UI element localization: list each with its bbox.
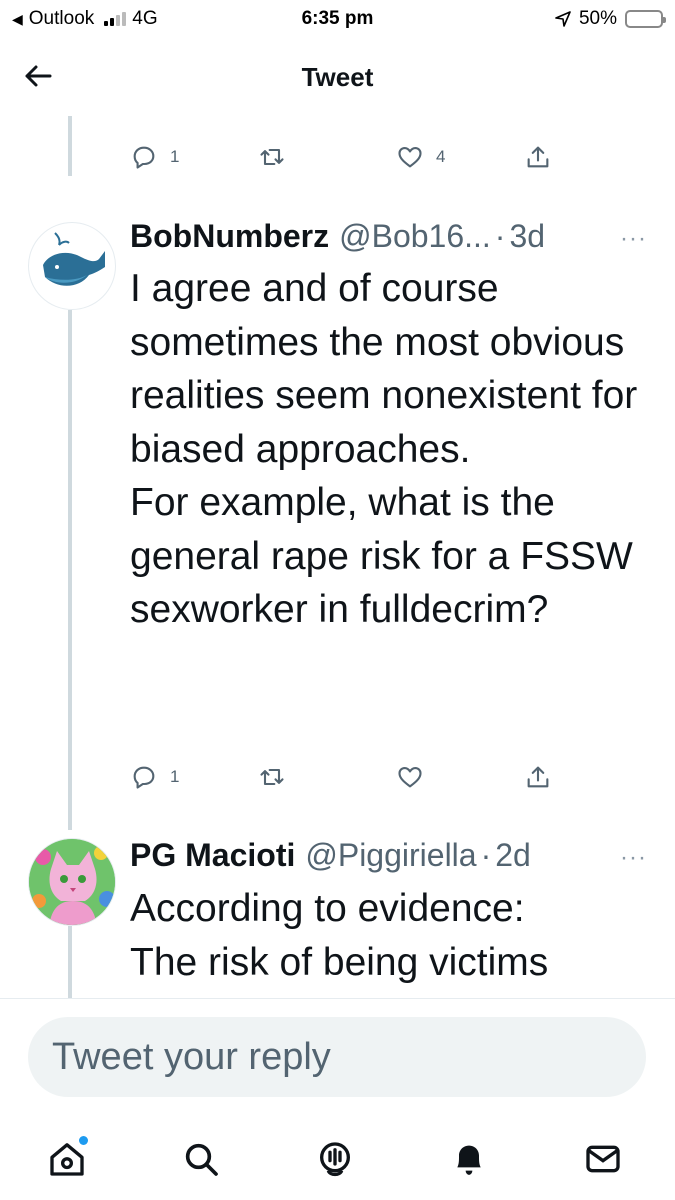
timestamp[interactable]: 3d: [509, 218, 545, 255]
timestamp[interactable]: 2d: [495, 837, 531, 874]
avatar[interactable]: [28, 222, 116, 310]
like-button[interactable]: [396, 757, 436, 797]
location-icon: [555, 11, 571, 27]
like-count: 4: [436, 147, 446, 166]
tweet[interactable]: BobNumberz @Bob16... · 3d ··· I agree an…: [0, 215, 675, 815]
battery-percent: 50%: [578, 8, 617, 29]
tweet-text: According to evidence: The risk of being…: [130, 887, 549, 984]
reply-count: 1: [170, 767, 180, 786]
reply-button[interactable]: 1: [130, 137, 179, 177]
home-icon: [50, 1143, 84, 1176]
tweet[interactable]: PG Macioti @Piggiriella · 2d ··· Accordi…: [0, 832, 675, 998]
nav-home[interactable]: [42, 1134, 92, 1184]
display-name[interactable]: BobNumberz: [130, 218, 329, 255]
heart-icon: [398, 146, 422, 168]
status-bar: ◀ Outlook 4G 6:35 pm 50%: [0, 0, 675, 38]
reply-icon: [133, 146, 155, 169]
share-button[interactable]: [524, 757, 552, 797]
share-icon: [527, 766, 549, 788]
nav-search[interactable]: [176, 1134, 226, 1184]
handle[interactable]: @Bob16...: [339, 218, 491, 255]
display-name[interactable]: PG Macioti: [130, 837, 295, 874]
reply-count: 1: [170, 147, 180, 166]
separator-dot: ·: [494, 218, 506, 254]
more-options-icon[interactable]: ···: [620, 225, 647, 253]
handle[interactable]: @Piggiriella: [305, 837, 476, 874]
retweet-button[interactable]: [258, 137, 298, 177]
retweet-button[interactable]: [258, 757, 298, 797]
tweet-header: BobNumberz @Bob16... · 3d: [130, 218, 655, 258]
like-button[interactable]: 4: [396, 137, 445, 177]
reply-input[interactable]: [28, 1017, 646, 1097]
avatar[interactable]: [28, 838, 116, 926]
tweet-actions: 1 4: [130, 137, 580, 177]
page-title: Tweet: [301, 62, 374, 92]
nav-notifications[interactable]: [444, 1134, 494, 1184]
nav-messages[interactable]: [578, 1134, 628, 1184]
more-options-icon[interactable]: ···: [620, 844, 647, 872]
thread-line: [68, 116, 72, 176]
spaces-icon: [320, 1142, 350, 1177]
reply-icon: [133, 766, 155, 789]
bottom-nav: [0, 1118, 675, 1200]
retweet-icon: [260, 768, 284, 786]
unread-dot: [79, 1136, 88, 1145]
header: Tweet: [0, 38, 675, 116]
battery-icon: [625, 10, 666, 28]
messages-icon: [586, 1145, 620, 1173]
heart-icon: [398, 766, 422, 788]
tweet-header: PG Macioti @Piggiriella · 2d: [130, 837, 655, 877]
reply-composer: [0, 998, 675, 1118]
nav-spaces[interactable]: [310, 1134, 360, 1184]
status-right: 50%: [555, 8, 666, 30]
notifications-icon: [457, 1145, 481, 1175]
whale-icon: [43, 232, 105, 286]
tweet-text: I agree and of course sometimes the most…: [130, 267, 638, 631]
tweet-actions: 1: [130, 757, 580, 797]
cat-avatar-icon: [29, 839, 115, 925]
retweet-icon: [260, 148, 284, 166]
share-icon: [527, 146, 549, 168]
reply-button[interactable]: 1: [130, 757, 179, 797]
share-button[interactable]: [524, 137, 552, 177]
search-icon: [185, 1143, 218, 1176]
separator-dot: ·: [480, 837, 492, 873]
